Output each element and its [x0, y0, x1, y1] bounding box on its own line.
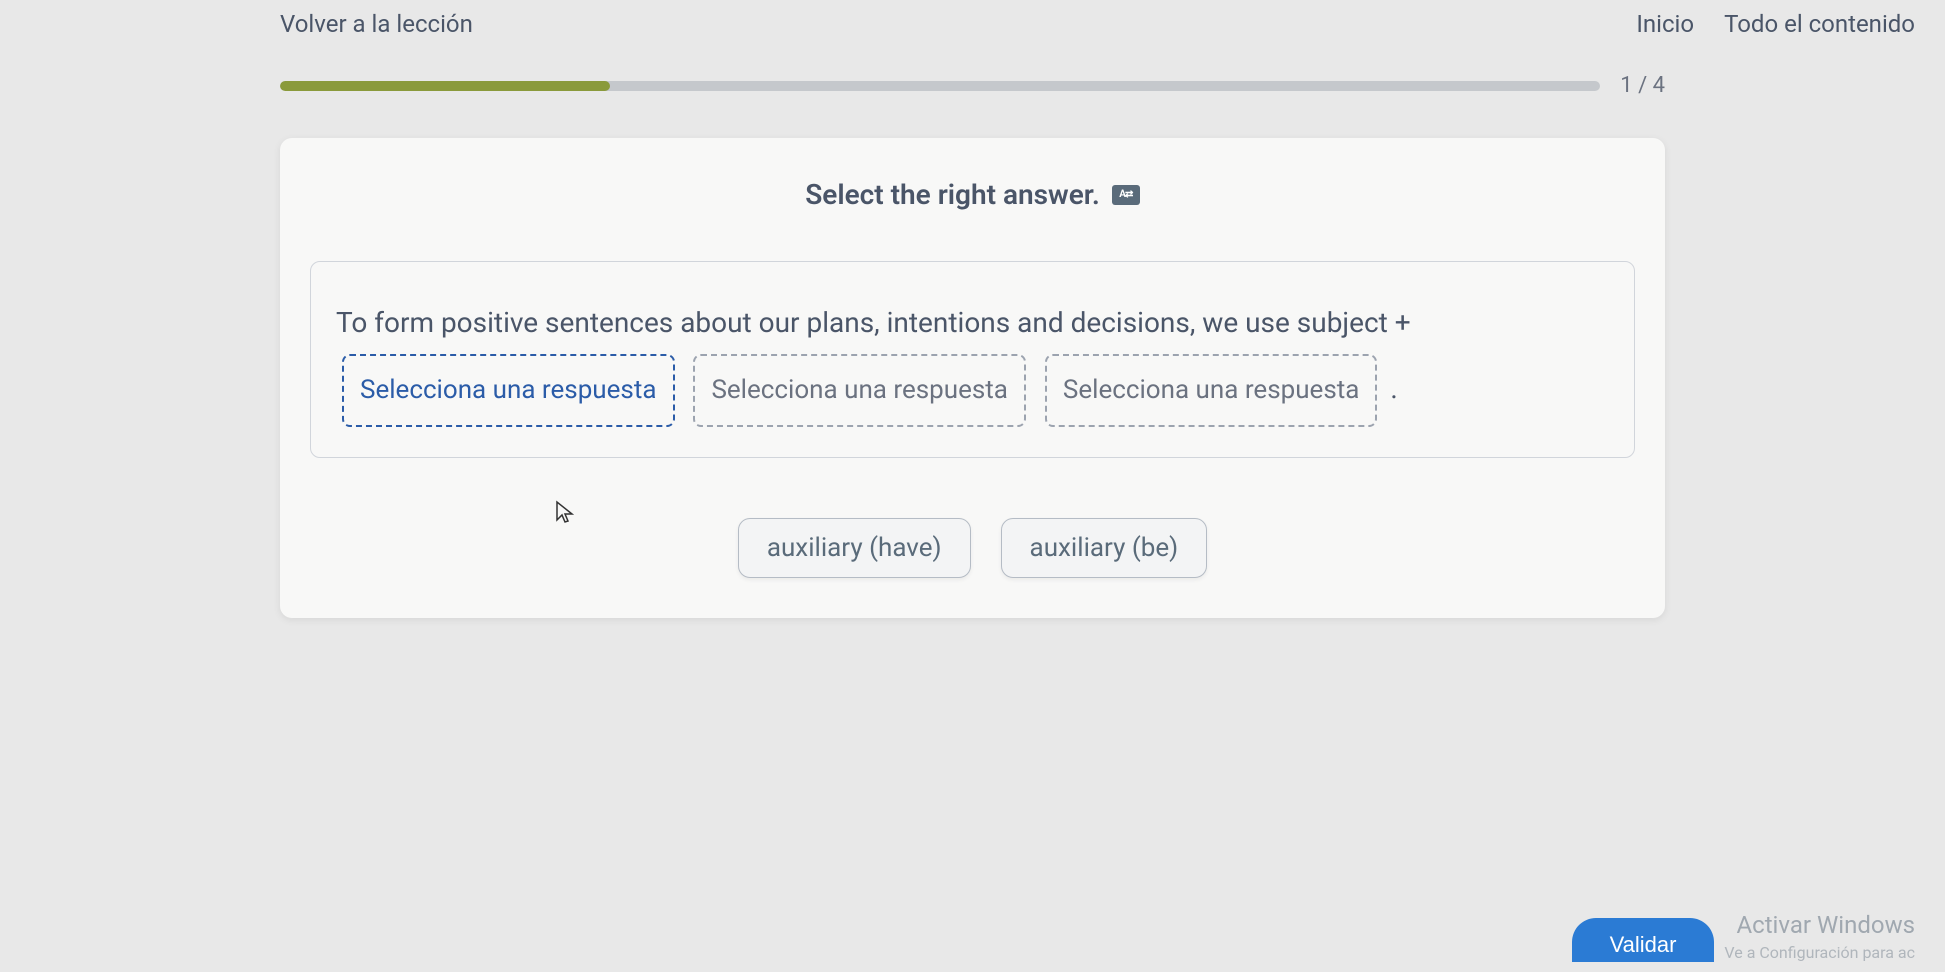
validate-button[interactable]: Validar [1572, 918, 1715, 962]
exercise-card: Select the right answer. A⇄ To form posi… [280, 138, 1665, 618]
footer-area: Validar Activar Windows Ve a Configuraci… [1572, 901, 1915, 972]
nav-todo-contenido[interactable]: Todo el contenido [1724, 10, 1915, 38]
back-to-lesson-link[interactable]: Volver a la lección [280, 10, 473, 38]
question-text-before: To form positive sentences about our pla… [336, 306, 1411, 339]
question-text-end: . [1390, 372, 1397, 405]
answer-slot-1[interactable]: Selecciona una respuesta [342, 354, 675, 427]
progress-bar [280, 81, 1600, 91]
answer-slot-2[interactable]: Selecciona una respuesta [693, 354, 1026, 427]
answer-slot-3[interactable]: Selecciona una respuesta [1045, 354, 1378, 427]
nav-inicio[interactable]: Inicio [1636, 10, 1694, 38]
question-box: To form positive sentences about our pla… [310, 261, 1635, 458]
progress-container: 1 / 4 [0, 43, 1945, 118]
windows-watermark-sub: Ve a Configuración para ac [1724, 943, 1915, 962]
header-bar: Volver a la lección Inicio Todo el conte… [0, 0, 1945, 43]
translate-icon[interactable]: A⇄ [1112, 185, 1140, 205]
answer-option-have[interactable]: auxiliary (have) [738, 518, 971, 578]
windows-watermark-title: Activar Windows [1724, 911, 1915, 939]
progress-fill [280, 81, 610, 91]
instruction-text: Select the right answer. [805, 178, 1100, 211]
answer-option-be[interactable]: auxiliary (be) [1001, 518, 1208, 578]
answer-pool: auxiliary (have) auxiliary (be) [310, 518, 1635, 578]
nav-links: Inicio Todo el contenido [1636, 10, 1915, 38]
instruction-row: Select the right answer. A⇄ [310, 178, 1635, 211]
progress-counter: 1 / 4 [1620, 73, 1665, 98]
